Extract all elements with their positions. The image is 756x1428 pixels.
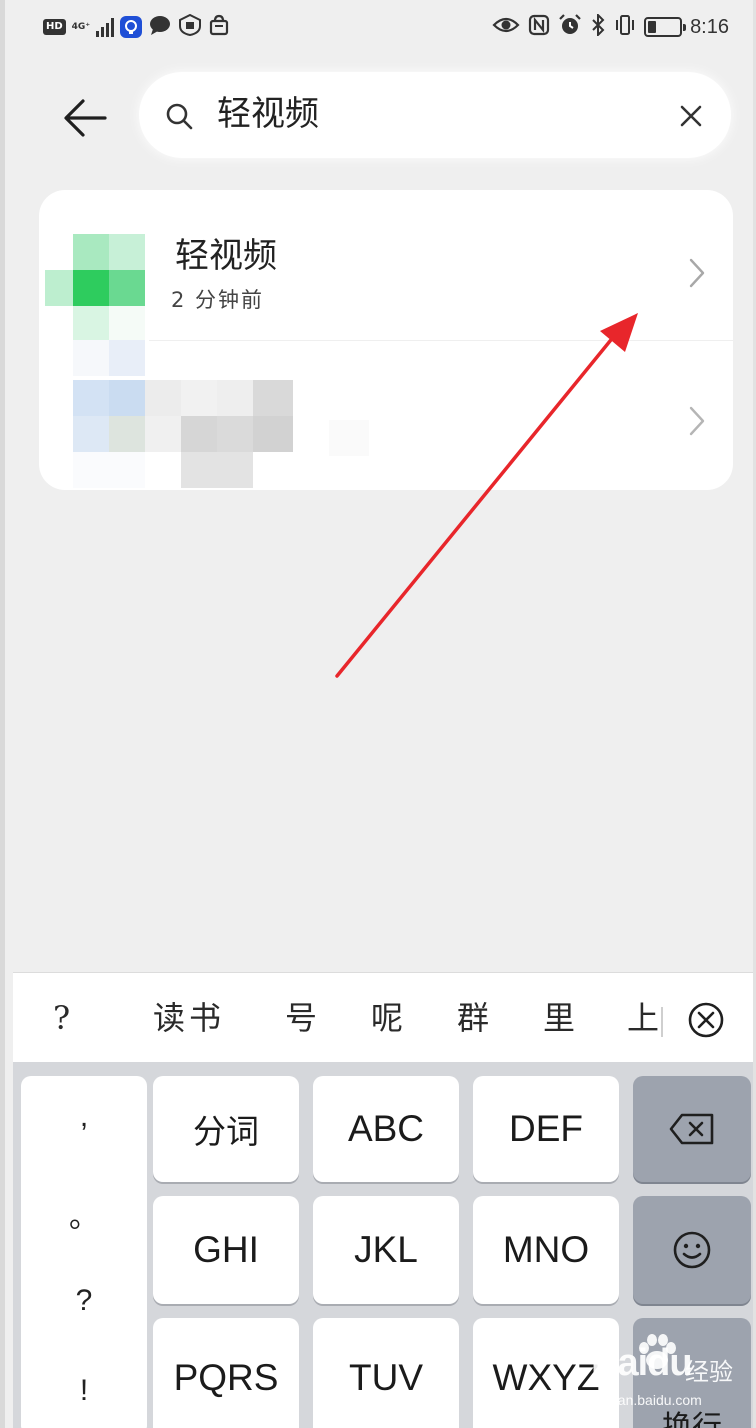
candidate-item[interactable]: 号 bbox=[285, 995, 321, 1041]
key-def[interactable]: DEF bbox=[473, 1076, 619, 1182]
screen: HD 4G⁺ 8:16 轻视频 轻视频 2 分钟前 ? 读书 号 呢 群 里 上… bbox=[0, 0, 756, 1428]
back-arrow-icon bbox=[64, 99, 107, 137]
result-title: 轻视频 bbox=[175, 236, 277, 276]
key-pqrs[interactable]: PQRS bbox=[153, 1318, 299, 1428]
result-timestamp: 2 分钟前 bbox=[171, 288, 265, 312]
eye-icon bbox=[492, 15, 520, 39]
key-ghi[interactable]: GHI bbox=[153, 1196, 299, 1304]
backspace-icon bbox=[669, 1113, 714, 1145]
candidate-divider bbox=[661, 1007, 663, 1037]
close-icon[interactable] bbox=[673, 98, 709, 134]
watermark-url: jingyan.baidu.com bbox=[589, 1392, 702, 1408]
search-icon bbox=[166, 103, 193, 130]
key-tuv[interactable]: TUV bbox=[313, 1318, 459, 1428]
alarm-icon bbox=[558, 14, 582, 40]
status-left: HD 4G⁺ bbox=[43, 13, 230, 40]
emoji-key[interactable] bbox=[633, 1196, 751, 1304]
hd-badge-icon: HD bbox=[43, 19, 66, 35]
candidate-item[interactable]: 里 bbox=[543, 995, 579, 1041]
ime-candidate-bar: ? 读书 号 呢 群 里 上 bbox=[13, 972, 753, 1064]
shield-icon bbox=[178, 13, 202, 40]
network-type: 4G⁺ bbox=[71, 22, 91, 32]
key-abc[interactable]: ABC bbox=[313, 1076, 459, 1182]
app-notification-icon bbox=[120, 16, 143, 38]
bluetooth-icon bbox=[590, 12, 606, 40]
signal-icon bbox=[96, 17, 115, 37]
punct-key[interactable]: ! bbox=[21, 1374, 147, 1408]
close-candidates-icon[interactable] bbox=[687, 1001, 725, 1039]
pixelated-content bbox=[39, 340, 733, 490]
watermark-logo: Baidu bbox=[591, 1342, 693, 1384]
candidate-item[interactable]: 上 bbox=[627, 995, 663, 1041]
chat-icon bbox=[148, 14, 172, 40]
key-fenci[interactable]: 分词 bbox=[153, 1076, 299, 1182]
chevron-right-icon bbox=[689, 258, 705, 288]
candidate-item[interactable]: 群 bbox=[457, 995, 493, 1041]
chevron-right-icon bbox=[689, 406, 705, 436]
candidate-item[interactable]: 呢 bbox=[371, 995, 407, 1041]
nfc-icon bbox=[528, 14, 550, 40]
battery-level bbox=[648, 21, 657, 33]
vibrate-icon bbox=[614, 14, 636, 40]
bag-icon bbox=[208, 14, 230, 40]
punct-key[interactable]: , bbox=[21, 1100, 147, 1134]
back-button[interactable] bbox=[57, 88, 117, 148]
watermark-name: 经验 bbox=[685, 1358, 733, 1386]
clock: 8:16 bbox=[690, 15, 729, 38]
status-bar: HD 4G⁺ 8:16 bbox=[5, 0, 753, 56]
emoji-icon bbox=[673, 1231, 711, 1269]
punct-key[interactable]: ? bbox=[21, 1284, 147, 1318]
punct-key[interactable]: 。 bbox=[21, 1192, 147, 1236]
result-item[interactable]: 轻视频 2 分钟前 bbox=[39, 190, 733, 342]
status-right: 8:16 bbox=[492, 12, 729, 40]
candidate-item[interactable]: 读书 bbox=[153, 995, 225, 1041]
backspace-key[interactable] bbox=[633, 1076, 751, 1182]
search-results-card: 轻视频 2 分钟前 bbox=[39, 190, 733, 490]
candidate-item[interactable]: ? bbox=[53, 995, 74, 1041]
search-bar[interactable] bbox=[139, 72, 731, 158]
key-jkl[interactable]: JKL bbox=[313, 1196, 459, 1304]
key-mno[interactable]: MNO bbox=[473, 1196, 619, 1304]
result-item-blurred[interactable] bbox=[39, 340, 733, 490]
search-input[interactable] bbox=[217, 86, 637, 142]
punctuation-column[interactable]: , 。 ? ! bbox=[21, 1076, 147, 1428]
baidu-watermark: Baidu 经验 jingyan.baidu.com bbox=[579, 1334, 753, 1428]
battery-icon bbox=[644, 17, 687, 37]
app-icon bbox=[45, 234, 149, 346]
